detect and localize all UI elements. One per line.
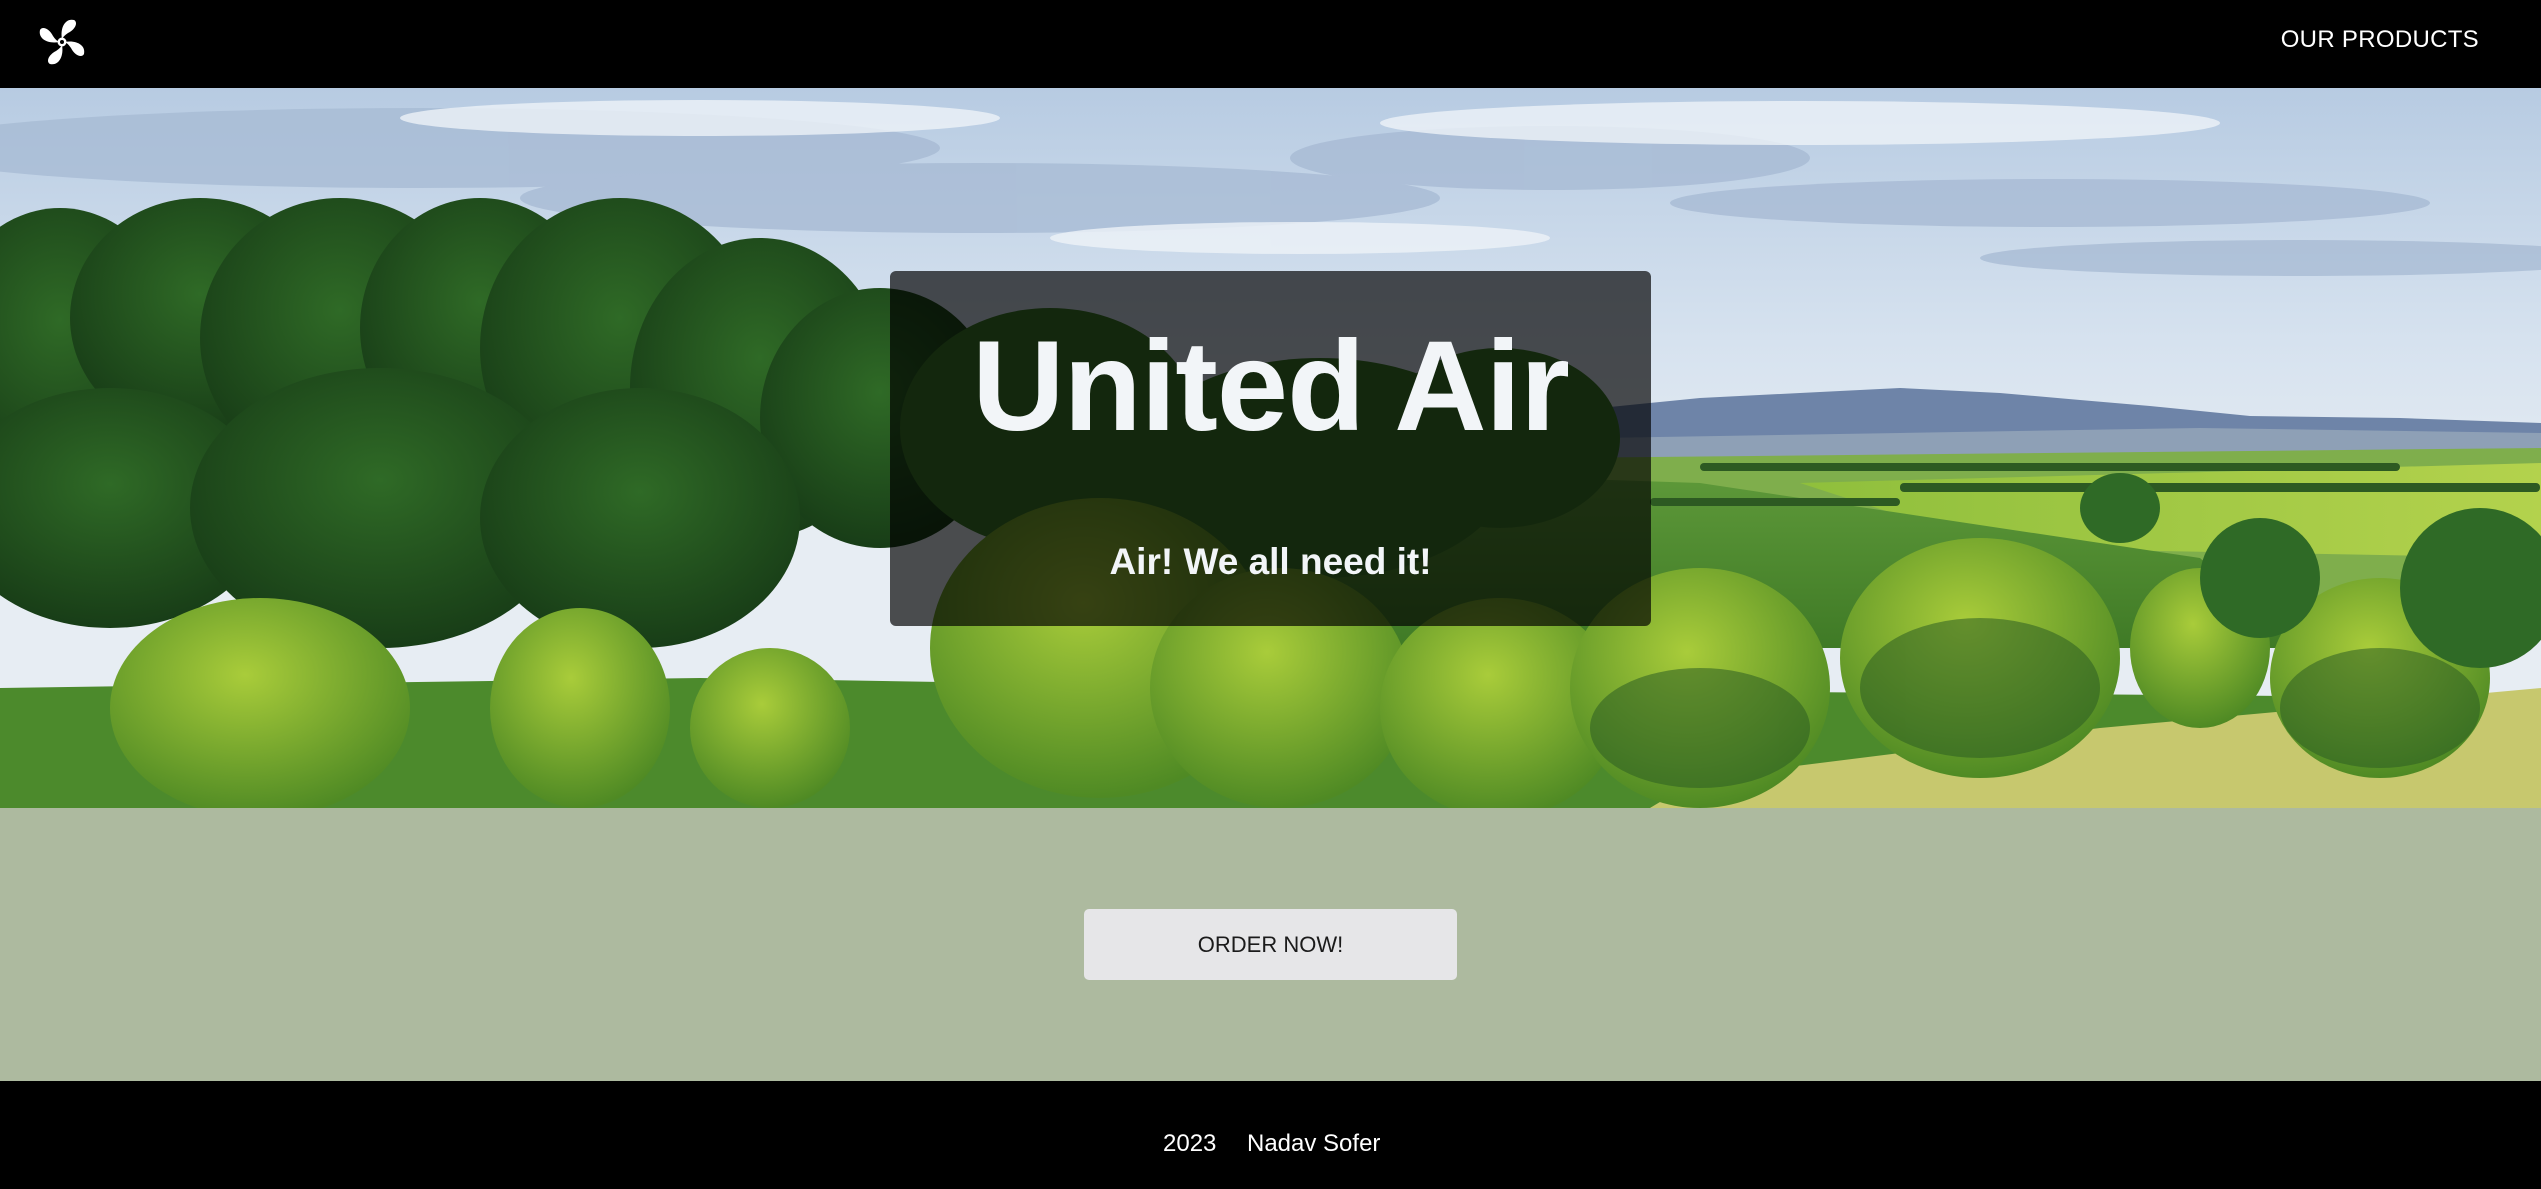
order-now-button[interactable]: ORDER NOW! bbox=[1084, 909, 1457, 980]
order-section: ORDER NOW! bbox=[0, 808, 2541, 1081]
hero-title: United Air bbox=[972, 315, 1570, 458]
top-navbar: OUR PRODUCTS bbox=[0, 0, 2541, 88]
hero-section: United Air Air! We all need it! bbox=[0, 88, 2541, 808]
hero-title-card: United Air Air! We all need it! bbox=[890, 271, 1651, 626]
footer: 2023 Nadav Sofer bbox=[0, 1081, 2541, 1189]
fan-logo-icon[interactable] bbox=[36, 16, 88, 68]
footer-year: 2023 bbox=[1163, 1130, 1217, 1157]
hero-subtitle: Air! We all need it! bbox=[1109, 541, 1432, 582]
footer-author: Nadav Sofer bbox=[1247, 1130, 1381, 1157]
nav-our-products-link[interactable]: OUR PRODUCTS bbox=[2281, 26, 2479, 54]
